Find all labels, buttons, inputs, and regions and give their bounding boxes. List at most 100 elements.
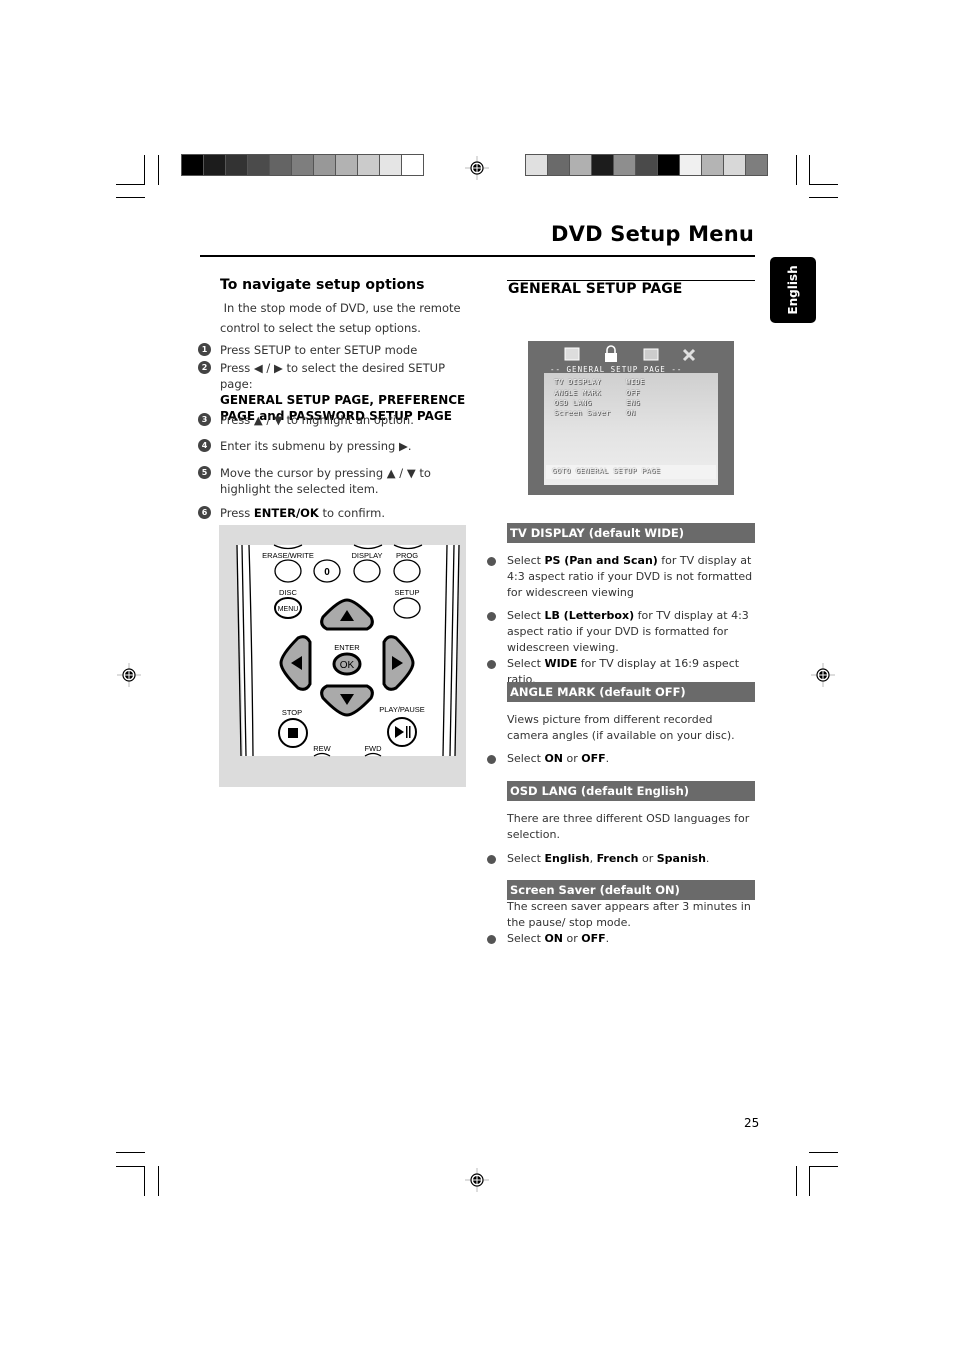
color-swatch — [592, 155, 613, 175]
navigate-heading: To navigate setup options — [220, 277, 425, 293]
step-text: Press ▲ / ▼ to highlight an option. — [220, 413, 414, 427]
color-swatch — [292, 155, 313, 175]
erase-write-label: ERASE/WRITE — [262, 551, 314, 560]
color-swatch — [314, 155, 335, 175]
osd-footer: GOTO GENERAL SETUP PAGE — [546, 465, 716, 479]
angle-mark-description: Views picture from different recorded ca… — [507, 713, 735, 742]
osd-screenshot: -- GENERAL SETUP PAGE -- TV DISPLAY WIDE … — [528, 341, 734, 495]
color-swatch — [204, 155, 225, 175]
step-number: 3 — [198, 413, 211, 426]
color-calibration-bar-left — [181, 154, 424, 176]
color-swatch — [702, 155, 723, 175]
osd-lang-header: OSD LANG (default English) — [507, 781, 755, 801]
text: Select — [507, 609, 545, 622]
general-page-icon — [564, 347, 580, 361]
bullet-icon — [487, 855, 496, 864]
registration-mark-icon — [465, 156, 489, 180]
bullet-text: Select PS (Pan and Scan) for TV display … — [507, 553, 757, 601]
angle-mark-header: ANGLE MARK (default OFF) — [507, 682, 755, 702]
color-swatch — [226, 155, 247, 175]
osd-row: ANGLE MARK OFF — [554, 389, 640, 397]
color-swatch — [746, 155, 767, 175]
osd-lang-description: There are three different OSD languages … — [507, 812, 750, 841]
step-text: Move the cursor by pressing ▲ / ▼ to hig… — [220, 466, 431, 496]
bullet-item: Select ON or OFF. — [487, 751, 757, 767]
bullet-icon — [487, 935, 496, 944]
text: or — [563, 932, 582, 945]
bullet-text: Select English, French or Spanish. — [507, 851, 757, 867]
step-text: Press SETUP to enter SETUP mode — [220, 343, 418, 357]
bullet-text: Select ON or OFF. — [507, 751, 757, 767]
navigate-intro: In the stop mode of DVD, use the remote … — [220, 298, 470, 338]
text: Select — [507, 752, 545, 765]
step-3: 3 Press ▲ / ▼ to highlight an option. — [198, 412, 478, 428]
color-swatch — [358, 155, 379, 175]
option-name: OFF — [581, 932, 606, 945]
stop-label: STOP — [282, 708, 302, 717]
color-swatch — [402, 155, 423, 175]
color-swatch — [614, 155, 635, 175]
step-text-plain: to confirm. — [318, 506, 386, 520]
page-title: DVD Setup Menu — [551, 222, 754, 246]
color-swatch — [724, 155, 745, 175]
osd-row-label: OSD LANG — [554, 399, 592, 407]
step-5: 5 Move the cursor by pressing ▲ / ▼ to h… — [198, 465, 478, 497]
lock-icon — [606, 345, 616, 353]
step-1: 1 Press SETUP to enter SETUP mode — [198, 342, 478, 358]
step-number: 4 — [198, 439, 211, 452]
preference-page-icon — [643, 348, 659, 361]
step-number: 5 — [198, 466, 211, 479]
step-number: 1 — [198, 343, 211, 356]
prog-label: PROG — [396, 551, 418, 560]
step-text-plain: Press ◀ / ▶ to select the desired SETUP … — [220, 361, 446, 391]
prog-button[interactable] — [393, 559, 421, 583]
registration-mark-icon — [117, 663, 141, 687]
color-calibration-bar-right — [525, 154, 768, 176]
bullet-icon — [487, 755, 496, 764]
color-swatch — [570, 155, 591, 175]
enter-ok-label: ENTER/OK — [253, 506, 319, 520]
bullet-item: Select English, French or Spanish. — [487, 851, 757, 867]
disc-label: DISC — [279, 588, 298, 597]
title-divider — [200, 255, 755, 257]
display-button[interactable] — [353, 559, 381, 583]
option-name: Spanish — [656, 852, 706, 865]
bullet-icon — [487, 557, 496, 566]
enter-label: ENTER — [334, 643, 360, 652]
setup-button[interactable] — [393, 597, 421, 619]
screen-saver-description: The screen saver appears after 3 minutes… — [507, 900, 751, 929]
erase-write-button[interactable] — [274, 559, 302, 583]
option-name: ON — [544, 932, 563, 945]
osd-row-value: OFF — [626, 389, 641, 397]
bullet-item: Select PS (Pan and Scan) for TV display … — [487, 553, 757, 601]
step-text-plain: Press — [220, 506, 254, 520]
rew-label: REW — [313, 744, 331, 753]
intro-text: In the stop mode of DVD, use the remote … — [220, 301, 461, 335]
text: Select — [507, 852, 545, 865]
color-swatch — [636, 155, 657, 175]
zero-label: 0 — [324, 567, 330, 578]
bullet-text: Select LB (Letterbox) for TV display at … — [507, 608, 757, 656]
language-tab-label: English — [786, 265, 800, 315]
color-swatch — [680, 155, 701, 175]
play-pause-label: PLAY/PAUSE — [379, 705, 425, 714]
ok-label: OK — [340, 660, 355, 671]
bullet-icon — [487, 660, 496, 669]
option-name: French — [596, 852, 639, 865]
osd-title: -- GENERAL SETUP PAGE -- — [550, 365, 683, 374]
osd-tab-icons — [564, 345, 696, 362]
color-swatch — [380, 155, 401, 175]
option-name: English — [544, 852, 590, 865]
color-swatch — [336, 155, 357, 175]
bullet-text: Select ON or OFF. — [507, 931, 757, 947]
step-text: Press ENTER/OK to confirm. — [220, 505, 478, 521]
text: . — [605, 932, 610, 945]
step-number: 6 — [198, 506, 211, 519]
osd-row-value: ENG — [626, 399, 641, 407]
text: . — [605, 752, 610, 765]
menu-label: MENU — [278, 606, 299, 613]
general-setup-heading: GENERAL SETUP PAGE — [508, 281, 683, 297]
bullet-item: Select LB (Letterbox) for TV display at … — [487, 608, 757, 656]
option-name: ON — [544, 752, 563, 765]
text: Select — [507, 657, 545, 670]
